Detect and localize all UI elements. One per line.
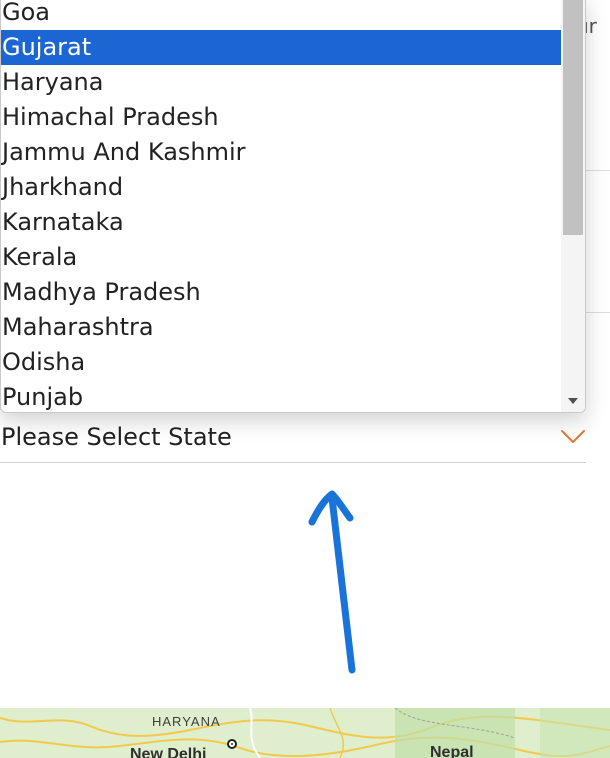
map-label-new-delhi: New Delhi bbox=[130, 746, 207, 758]
scrollbar-thumb[interactable] bbox=[563, 0, 583, 235]
screen: ur Goa Gujarat Haryana Himachal Pradesh … bbox=[0, 0, 610, 758]
dropdown-scrollbar[interactable] bbox=[561, 0, 585, 412]
option-haryana[interactable]: Haryana bbox=[1, 65, 561, 100]
option-goa[interactable]: Goa bbox=[1, 0, 561, 30]
option-jammu-and-kashmir[interactable]: Jammu And Kashmir bbox=[1, 135, 561, 170]
map-label-nepal: Nepal bbox=[430, 744, 474, 758]
option-odisha[interactable]: Odisha bbox=[1, 345, 561, 380]
option-karnataka[interactable]: Karnataka bbox=[1, 205, 561, 240]
state-dropdown-list[interactable]: Goa Gujarat Haryana Himachal Pradesh Jam… bbox=[0, 0, 586, 413]
option-jharkhand[interactable]: Jharkhand bbox=[1, 170, 561, 205]
state-select[interactable]: Please Select State bbox=[0, 414, 586, 463]
chevron-down-icon[interactable] bbox=[560, 427, 586, 445]
option-punjab[interactable]: Punjab bbox=[1, 380, 561, 412]
map[interactable]: HARYANA New Delhi Nepal bbox=[0, 708, 610, 758]
hand-drawn-arrow-up-icon bbox=[308, 490, 356, 674]
option-maharashtra[interactable]: Maharashtra bbox=[1, 310, 561, 345]
scroll-down-arrow-icon[interactable] bbox=[561, 394, 585, 408]
map-terrain bbox=[0, 708, 610, 758]
dropdown-options: Goa Gujarat Haryana Himachal Pradesh Jam… bbox=[1, 0, 561, 412]
option-gujarat[interactable]: Gujarat bbox=[1, 30, 561, 65]
option-himachal-pradesh[interactable]: Himachal Pradesh bbox=[1, 100, 561, 135]
option-madhya-pradesh[interactable]: Madhya Pradesh bbox=[1, 275, 561, 310]
map-label-haryana: HARYANA bbox=[152, 714, 221, 729]
map-location-pin-icon[interactable] bbox=[227, 739, 237, 749]
state-select-value: Please Select State bbox=[1, 423, 232, 451]
option-kerala[interactable]: Kerala bbox=[1, 240, 561, 275]
